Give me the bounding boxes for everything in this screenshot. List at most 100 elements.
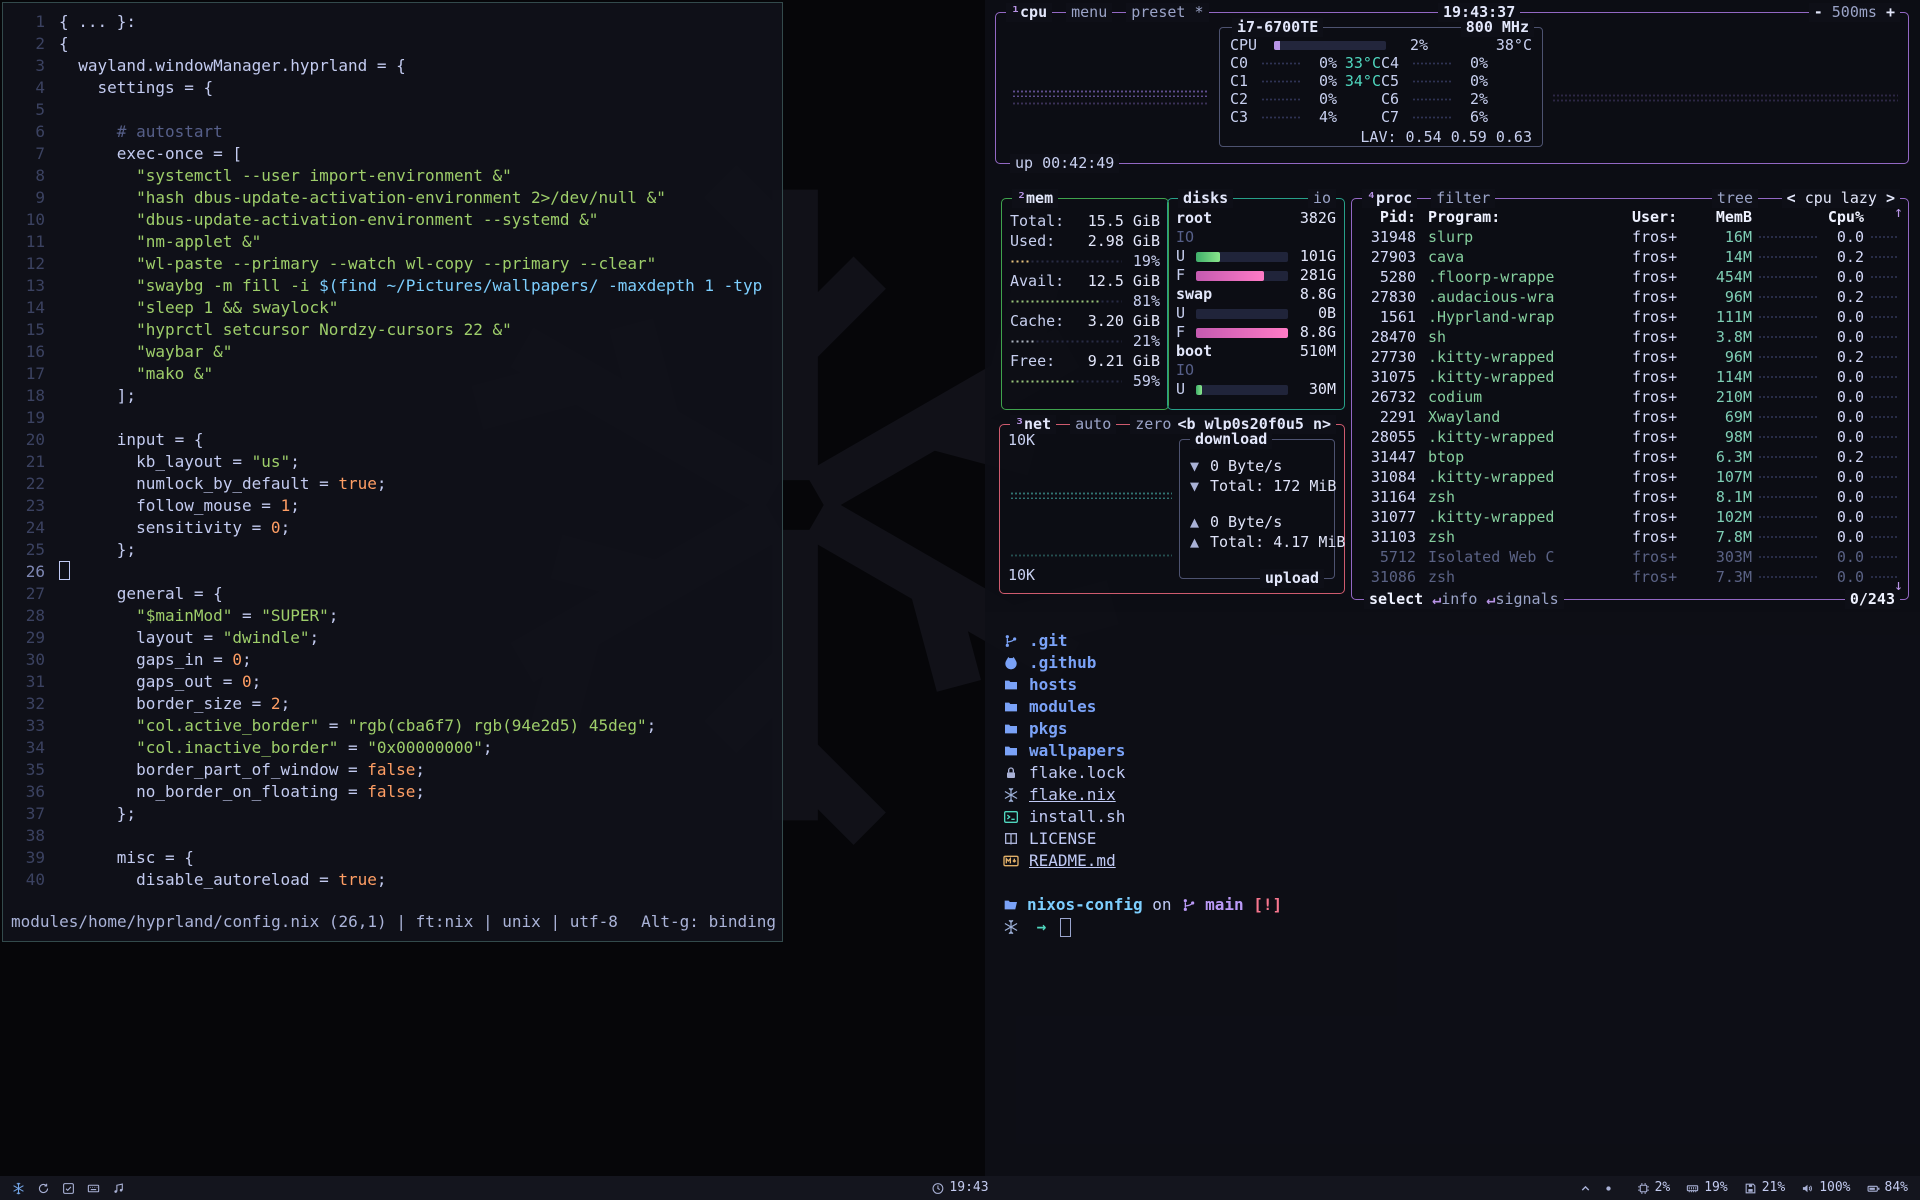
editor-line[interactable]: 38 — [3, 825, 782, 847]
editor-line[interactable]: 10 "dbus-update-activation-environment -… — [3, 209, 782, 231]
file-item[interactable]: LICENSE — [1003, 828, 1920, 850]
file-item[interactable]: install.sh — [1003, 806, 1920, 828]
preset-button[interactable]: preset * — [1126, 3, 1208, 22]
editor-line[interactable]: 36 no_border_on_floating = false; — [3, 781, 782, 803]
waybar-speaker-module[interactable]: 100% — [1801, 1176, 1850, 1200]
file-item[interactable]: .git — [1003, 630, 1920, 652]
file-item[interactable]: README.md — [1003, 850, 1920, 872]
process-row[interactable]: 31077.kitty-wrappedfros+102M0.0 — [1362, 507, 1898, 527]
signals-action[interactable]: signals — [1495, 590, 1558, 608]
waybar-keyboard-module[interactable] — [87, 1182, 100, 1195]
editor-line[interactable]: 40 disable_autoreload = true; — [3, 869, 782, 891]
editor-line[interactable]: 26 — [3, 561, 782, 583]
editor-line[interactable]: 9 "hash dbus-update-activation-environme… — [3, 187, 782, 209]
waybar-nix-module[interactable] — [12, 1182, 25, 1195]
process-row[interactable]: 28055.kitty-wrappedfros+98M0.0 — [1362, 427, 1898, 447]
editor-line[interactable]: 28 "$mainMod" = "SUPER"; — [3, 605, 782, 627]
disks-io-toggle[interactable]: io — [1308, 189, 1336, 208]
editor-line[interactable]: 34 "col.inactive_border" = "0x00000000"; — [3, 737, 782, 759]
editor-line[interactable]: 32 border_size = 2; — [3, 693, 782, 715]
process-row[interactable]: 31084.kitty-wrappedfros+107M0.0 — [1362, 467, 1898, 487]
editor-line[interactable]: 27 general = { — [3, 583, 782, 605]
editor-line[interactable]: 20 input = { — [3, 429, 782, 451]
waybar-refresh-module[interactable] — [37, 1182, 50, 1195]
editor-line[interactable]: 39 misc = { — [3, 847, 782, 869]
proc-header-memb[interactable]: MemB — [1696, 207, 1752, 227]
editor-line[interactable]: 2{ — [3, 33, 782, 55]
editor-line[interactable]: 22 numlock_by_default = true; — [3, 473, 782, 495]
net-next-button[interactable]: n> — [1313, 415, 1331, 433]
editor-line[interactable]: 18 ]; — [3, 385, 782, 407]
file-item[interactable]: wallpapers — [1003, 740, 1920, 762]
editor-line[interactable]: 30 gaps_in = 0; — [3, 649, 782, 671]
process-row[interactable]: 31103zshfros+7.8M0.0 — [1362, 527, 1898, 547]
proc-header-cpu[interactable]: Cpu% — [1824, 207, 1864, 227]
process-row[interactable]: 31164zshfros+8.1M0.0 — [1362, 487, 1898, 507]
file-item[interactable]: pkgs — [1003, 718, 1920, 740]
process-row[interactable]: 27903cavafros+14M0.2 — [1362, 247, 1898, 267]
file-item[interactable]: flake.lock — [1003, 762, 1920, 784]
process-row[interactable]: 31075.kitty-wrappedfros+114M0.0 — [1362, 367, 1898, 387]
editor-line[interactable]: 3 wayland.windowManager.hyprland = { — [3, 55, 782, 77]
sort-prev-button[interactable]: < — [1787, 189, 1796, 207]
info-action[interactable]: info — [1441, 590, 1477, 608]
editor-line[interactable]: 4 settings = { — [3, 77, 782, 99]
editor-line[interactable]: 8 "systemctl --user import-environment &… — [3, 165, 782, 187]
process-row[interactable]: 31086zshfros+7.3M0.0 — [1362, 567, 1898, 587]
editor-line[interactable]: 19 — [3, 407, 782, 429]
editor-line[interactable]: 5 — [3, 99, 782, 121]
editor-line[interactable]: 23 follow_mouse = 1; — [3, 495, 782, 517]
process-row[interactable]: 26732codiumfros+210M0.0 — [1362, 387, 1898, 407]
editor-line[interactable]: 6 # autostart — [3, 121, 782, 143]
net-zero-button[interactable]: zero — [1130, 415, 1176, 434]
process-row[interactable]: 31948slurpfros+16M0.0 — [1362, 227, 1898, 247]
file-item[interactable]: flake.nix — [1003, 784, 1920, 806]
process-row[interactable]: 1561.Hyprland-wrapfros+111M0.0 — [1362, 307, 1898, 327]
process-row[interactable]: 2291Xwaylandfros+69M0.0 — [1362, 407, 1898, 427]
editor-line[interactable]: 31 gaps_out = 0; — [3, 671, 782, 693]
waybar-clock-module[interactable]: 19:43 — [931, 1176, 988, 1200]
editor-line[interactable]: 13 "swaybg -m fill -i $(find ~/Pictures/… — [3, 275, 782, 297]
editor-line[interactable]: 1{ ... }: — [3, 11, 782, 33]
process-row[interactable]: 27830.audacious-wrafros+96M0.2 — [1362, 287, 1898, 307]
proc-header-user[interactable]: User: — [1630, 207, 1696, 227]
waybar-disk-module[interactable]: 21% — [1744, 1176, 1785, 1200]
editor-line[interactable]: 14 "sleep 1 && swaylock" — [3, 297, 782, 319]
editor-line[interactable]: 35 border_part_of_window = false; — [3, 759, 782, 781]
interval-minus-button[interactable]: - — [1814, 3, 1823, 21]
waybar-tray-dot[interactable] — [1602, 1182, 1615, 1195]
scroll-up-indicator[interactable]: ↑ — [1894, 203, 1903, 222]
proc-header-pid[interactable]: Pid: — [1362, 207, 1416, 227]
waybar-ram-module[interactable]: 19% — [1686, 1176, 1727, 1200]
proc-header-program[interactable]: Program: — [1416, 207, 1630, 227]
editor-line[interactable]: 15 "hyprctl setcursor Nordzy-cursors 22 … — [3, 319, 782, 341]
editor-line[interactable]: 16 "waybar &" — [3, 341, 782, 363]
waybar-chip-module[interactable]: 2% — [1637, 1176, 1671, 1200]
process-row[interactable]: 5712Isolated Web Cfros+303M0.0 — [1362, 547, 1898, 567]
editor-line[interactable]: 12 "wl-paste --primary --watch wl-copy -… — [3, 253, 782, 275]
editor-line[interactable]: 11 "nm-applet &" — [3, 231, 782, 253]
editor-line[interactable]: 21 kb_layout = "us"; — [3, 451, 782, 473]
process-row[interactable]: 31447btopfros+6.3M0.2 — [1362, 447, 1898, 467]
waybar-check-module[interactable] — [62, 1182, 75, 1195]
editor-line[interactable]: 17 "mako &" — [3, 363, 782, 385]
menu-button[interactable]: menu — [1066, 3, 1112, 22]
proc-filter-button[interactable]: filter — [1431, 189, 1495, 208]
editor-line[interactable]: 24 sensitivity = 0; — [3, 517, 782, 539]
editor-line[interactable]: 33 "col.active_border" = "rgb(cba6f7) rg… — [3, 715, 782, 737]
net-auto-button[interactable]: auto — [1070, 415, 1116, 434]
editor-line[interactable]: 7 exec-once = [ — [3, 143, 782, 165]
waybar-battery-module[interactable]: 84% — [1867, 1176, 1908, 1200]
process-row[interactable]: 5280.floorp-wrappefros+454M0.0 — [1362, 267, 1898, 287]
file-item[interactable]: modules — [1003, 696, 1920, 718]
editor-line[interactable]: 37 }; — [3, 803, 782, 825]
waybar-music-module[interactable] — [112, 1182, 125, 1195]
editor-line[interactable]: 25 }; — [3, 539, 782, 561]
select-action[interactable]: select — [1369, 590, 1423, 608]
waybar-tray-chevron-up[interactable] — [1579, 1182, 1592, 1195]
process-row[interactable]: 28470shfros+3.8M0.0 — [1362, 327, 1898, 347]
proc-tree-button[interactable]: tree — [1712, 189, 1758, 208]
interval-plus-button[interactable]: + — [1886, 3, 1895, 21]
file-item[interactable]: hosts — [1003, 674, 1920, 696]
process-row[interactable]: 27730.kitty-wrappedfros+96M0.2 — [1362, 347, 1898, 367]
